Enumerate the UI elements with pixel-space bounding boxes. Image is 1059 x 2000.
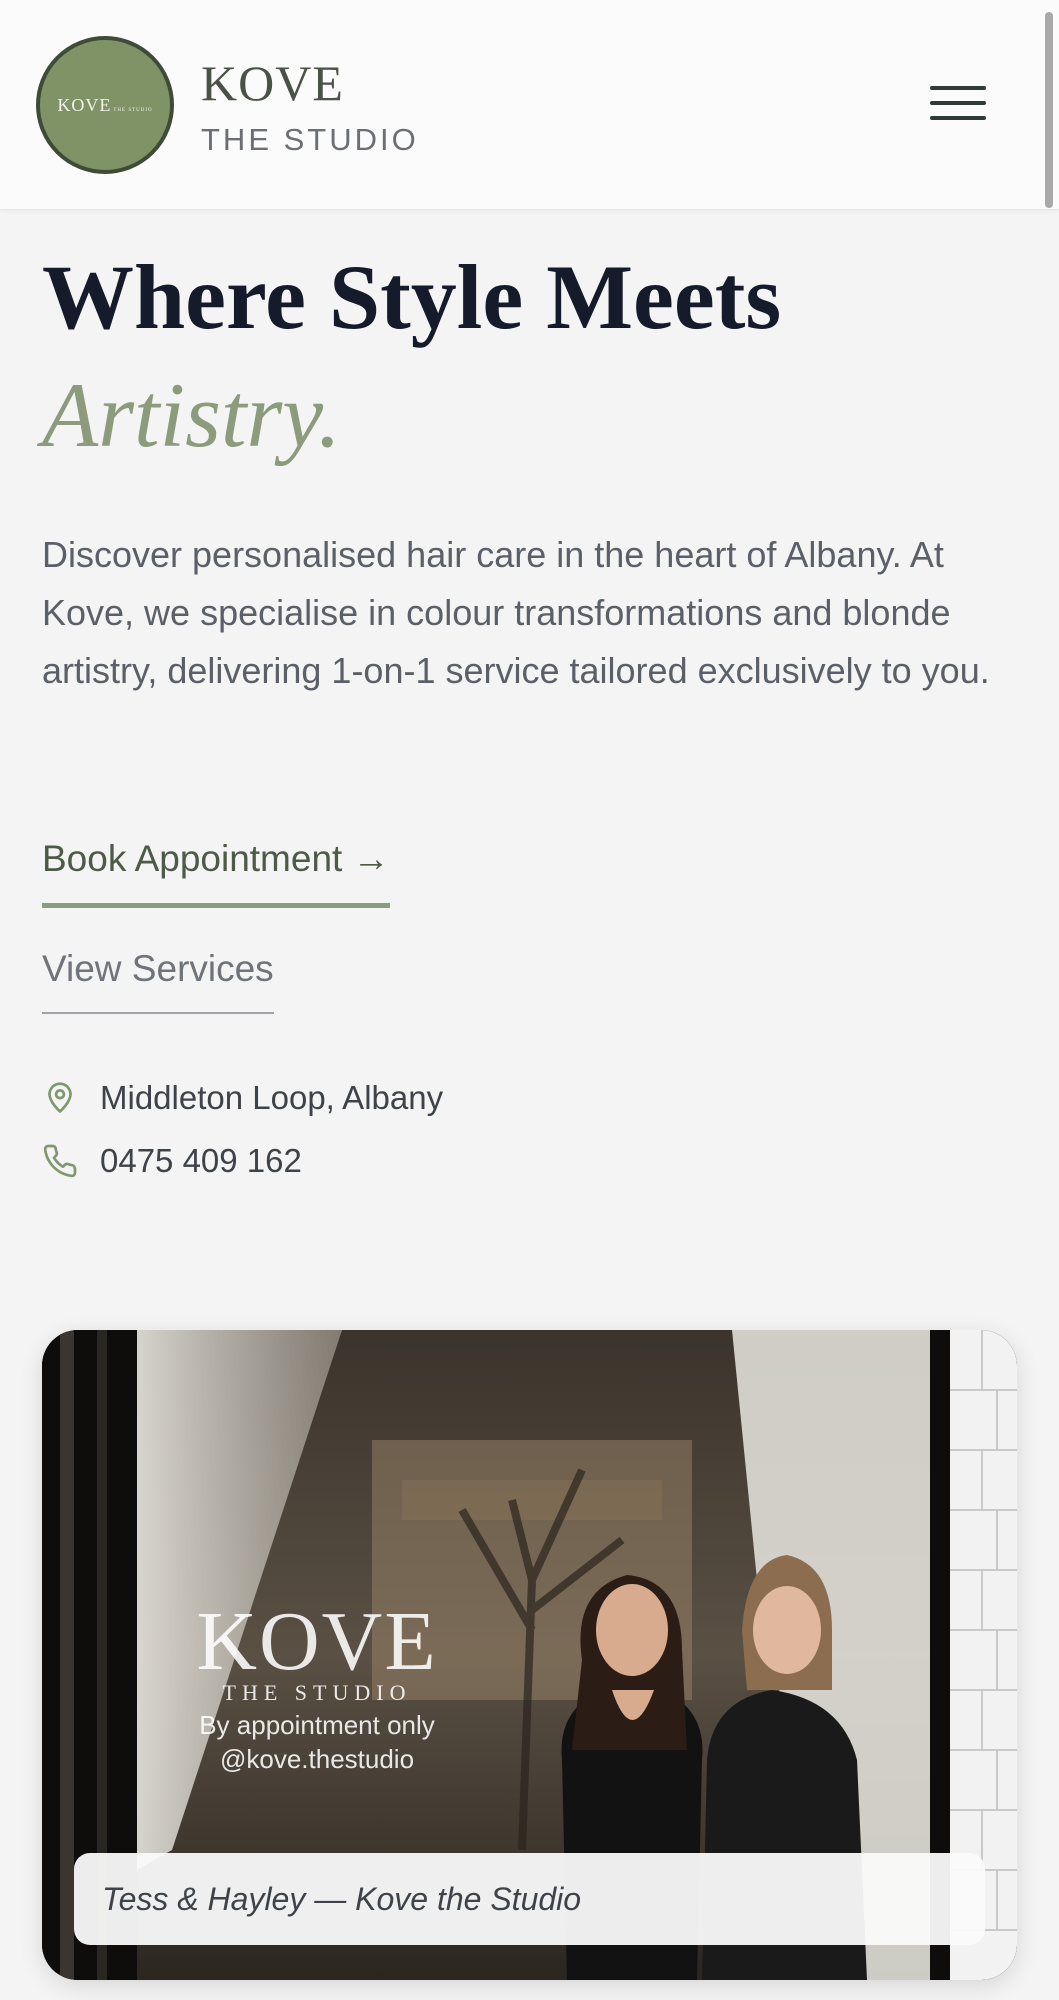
scrollbar[interactable] [1045, 12, 1053, 208]
site-header: KOVE THE STUDIO KOVE THE STUDIO [0, 0, 1059, 210]
address-row: Middleton Loop, Albany [42, 1076, 443, 1120]
phone-text[interactable]: 0475 409 162 [100, 1142, 302, 1180]
hero-heading-accent: Artistry. [42, 364, 342, 466]
address-text: Middleton Loop, Albany [100, 1079, 444, 1116]
hamburger-menu-icon[interactable] [920, 80, 998, 126]
photo-caption: Tess & Hayley — Kove the Studio [74, 1853, 985, 1945]
phone-icon [43, 1144, 77, 1178]
hero-heading: Where Style Meets [42, 246, 782, 348]
window-decal-line2: @kove.thestudio [219, 1744, 415, 1774]
phone-row[interactable]: 0475 409 162 [42, 1139, 302, 1183]
brand-subtitle: THE STUDIO [201, 122, 419, 157]
logo-badge-text: KOVE THE STUDIO [57, 94, 153, 115]
window-decal-line1: By appointment only [199, 1710, 435, 1740]
map-pin-icon [48, 1082, 72, 1113]
window-decal: KOVE THE STUDIO By appointment only @kov… [172, 1595, 462, 1775]
studio-photo-card: KOVE THE STUDIO By appointment only @kov… [42, 1330, 1017, 1980]
logo-badge[interactable]: KOVE THE STUDIO [36, 36, 174, 174]
book-appointment-button[interactable]: Book Appointment → [42, 838, 390, 908]
brand-name[interactable]: KOVE [201, 54, 344, 112]
view-services-button[interactable]: View Services [42, 948, 274, 1014]
window-decal-brand: KOVE [196, 1595, 438, 1688]
hero-intro: Discover personalised hair care in the h… [42, 534, 990, 691]
